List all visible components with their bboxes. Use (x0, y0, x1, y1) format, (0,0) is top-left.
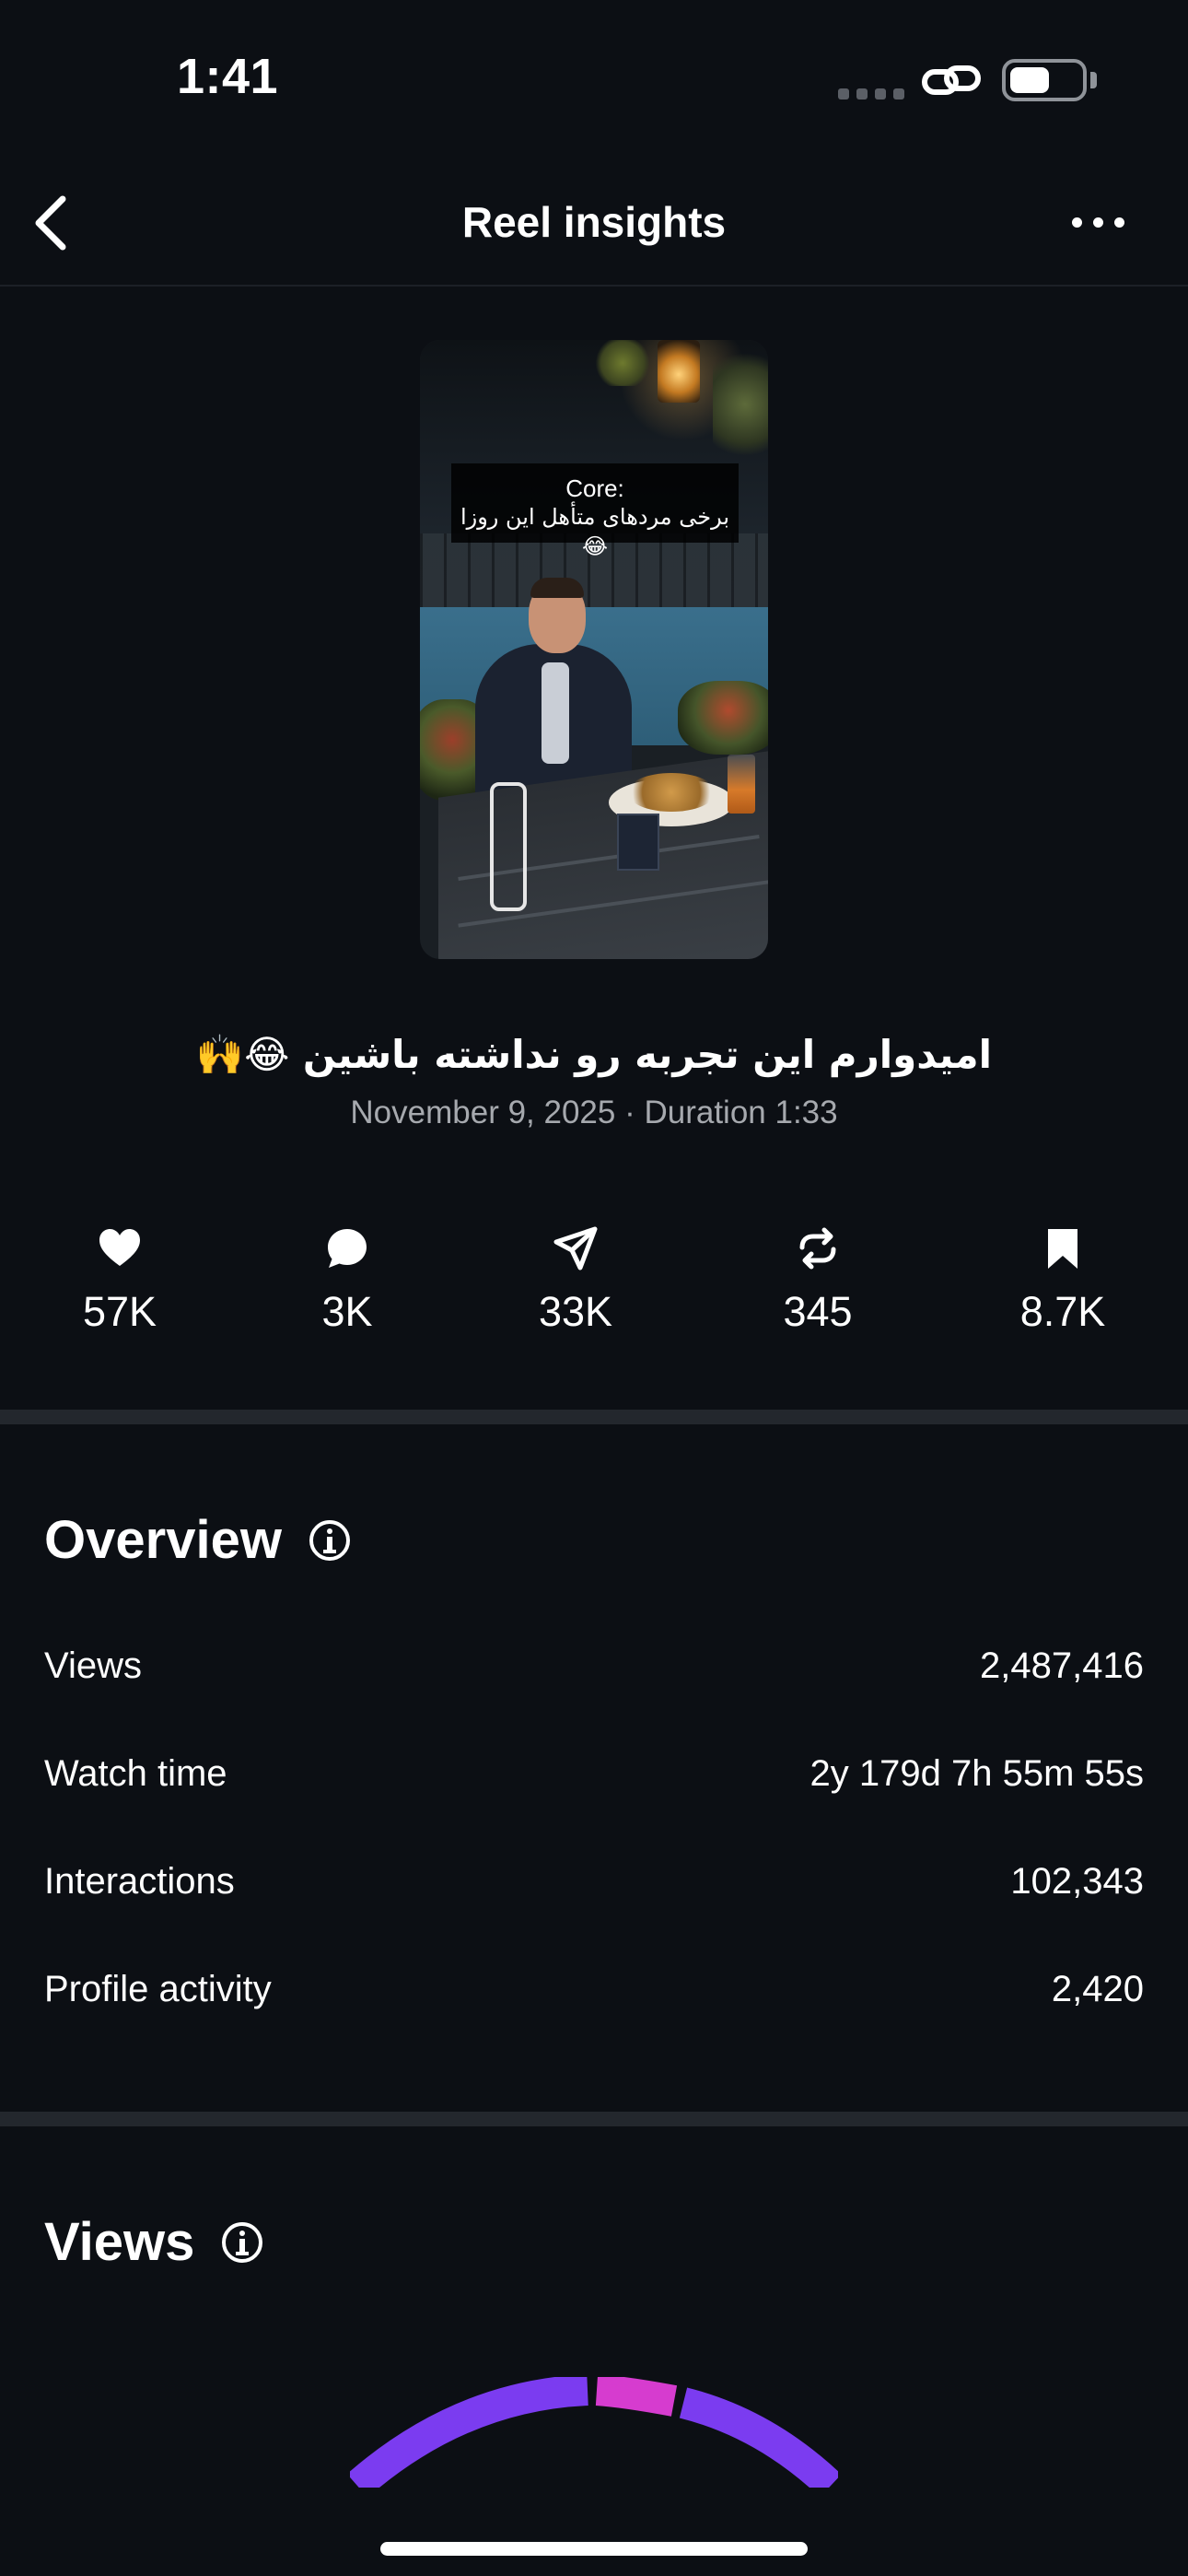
heart-icon (99, 1229, 140, 1266)
row-label: Profile activity (44, 1969, 272, 2009)
overview-title: Overview (44, 1510, 282, 1570)
reposts-count: 345 (783, 1288, 853, 1335)
stat-reposts: 345 (726, 1225, 910, 1336)
reel-text-overlay: Core: برخی مردهای متأهل این روزا 😂 (451, 463, 739, 559)
overview-heading: Overview (44, 1509, 352, 1571)
gauge-segment-followers (350, 2377, 588, 2488)
views-heading: Views (44, 2211, 264, 2273)
section-divider (0, 1410, 1188, 1424)
views-gauge (350, 2377, 838, 2488)
repost-icon (799, 1227, 836, 1270)
bookmark-icon (1048, 1229, 1077, 1269)
saves-count: 8.7K (1019, 1288, 1106, 1335)
row-label: Interactions (44, 1861, 235, 1902)
row-value: 2y 179d 7h 55m 55s (809, 1753, 1144, 1794)
send-icon (553, 1226, 598, 1270)
overlay-line-1: Core: (565, 474, 624, 502)
overview-row-interactions: Interactions 102,343 (44, 1861, 1144, 1903)
stat-saves: 8.7K (971, 1225, 1155, 1336)
gauge-segment-non-followers (679, 2387, 838, 2488)
gauge-segment-shared (595, 2377, 678, 2417)
info-icon[interactable] (308, 1518, 352, 1563)
page-title: Reel insights (461, 198, 727, 246)
overview-row-watch-time: Watch time 2y 179d 7h 55m 55s (44, 1753, 1144, 1795)
row-label: Views (44, 1645, 142, 1686)
engagement-stats: 57K 3K 33K 345 8.7K (0, 1225, 1188, 1336)
section-divider (0, 2112, 1188, 2126)
overview-row-views: Views 2,487,416 (44, 1645, 1144, 1687)
header-divider (0, 285, 1188, 287)
likes-count: 57K (82, 1288, 157, 1335)
stat-comments: 3K (255, 1225, 439, 1336)
post-caption: امیدوارم این تجربه رو نداشته باشین 😂🙌 (195, 1032, 993, 1077)
status-time: 1:41 (177, 49, 279, 104)
reel-thumbnail[interactable]: Core: برخی مردهای متأهل این روزا 😂 (420, 340, 768, 959)
views-title: Views (44, 2212, 195, 2272)
row-value: 2,487,416 (980, 1645, 1144, 1686)
stat-shares: 33K (483, 1225, 668, 1336)
link-icon (922, 65, 981, 95)
reel-insights-screen: 1:41 Reel insights Core: برخی مردهای متأ… (0, 0, 1188, 2576)
row-label: Watch time (44, 1753, 227, 1794)
post-meta: November 9, 2025 · Duration 1:33 (350, 1095, 838, 1130)
comments-count: 3K (321, 1288, 373, 1335)
battery-icon (1002, 59, 1087, 101)
comment-icon (328, 1229, 367, 1268)
row-value: 2,420 (1051, 1969, 1144, 2009)
overlay-line-2: برخی مردهای متأهل این روزا 😂 (460, 504, 730, 559)
info-icon[interactable] (220, 2220, 264, 2265)
row-value: 102,343 (1010, 1861, 1144, 1902)
overview-row-profile-activity: Profile activity 2,420 (44, 1969, 1144, 2010)
more-options-button[interactable] (1072, 208, 1127, 236)
signal-icon (838, 88, 904, 100)
home-indicator[interactable] (380, 2542, 808, 2556)
shares-count: 33K (538, 1288, 613, 1335)
stat-likes: 57K (28, 1225, 212, 1336)
battery-tip (1090, 72, 1097, 88)
